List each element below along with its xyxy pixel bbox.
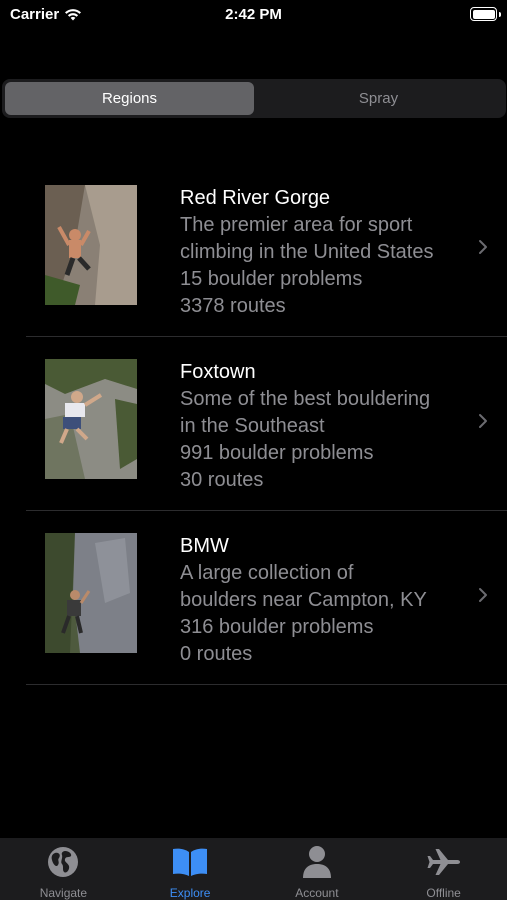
- tab-label: Account: [295, 886, 339, 900]
- chevron-right-icon: [479, 414, 487, 428]
- region-route-count: 30 routes: [180, 469, 264, 491]
- region-description-line: A large collection of: [180, 562, 354, 584]
- status-bar: Carrier 2:42 PM: [0, 0, 507, 30]
- tab-account[interactable]: Account: [254, 838, 381, 900]
- region-description-line: Some of the best bouldering: [180, 388, 431, 410]
- region-boulder-count: 991 boulder problems: [180, 442, 374, 464]
- tab-bar: Navigate Explore Account Offline: [0, 838, 507, 900]
- segmented-control: Regions Spray: [2, 79, 506, 118]
- region-name: Red River Gorge: [180, 187, 331, 209]
- region-boulder-count: 15 boulder problems: [180, 268, 363, 290]
- tab-explore[interactable]: Explore: [127, 838, 254, 900]
- region-description-line: climbing in the United States: [180, 241, 434, 263]
- person-icon: [302, 846, 331, 878]
- region-text: Red River Gorge The premier area for spo…: [180, 184, 470, 320]
- region-description-line: The premier area for sport: [180, 214, 413, 236]
- region-description: The premier area for sport climbing in t…: [180, 212, 470, 266]
- climber-photo-overhang-icon: [45, 185, 137, 305]
- status-time: 2:42 PM: [225, 6, 282, 23]
- region-text: Foxtown Some of the best bouldering in t…: [180, 358, 470, 494]
- segment-regions[interactable]: Regions: [5, 82, 254, 115]
- region-text: BMW A large collection of boulders near …: [180, 532, 470, 668]
- region-description: A large collection of boulders near Camp…: [180, 560, 470, 614]
- region-name: Foxtown: [180, 361, 256, 383]
- region-boulder-count: 316 boulder problems: [180, 616, 374, 638]
- tab-label: Explore: [169, 886, 211, 900]
- region-description: Some of the best bouldering in the South…: [180, 386, 470, 440]
- chevron-right-icon: [479, 240, 487, 254]
- region-description-line: boulders near Campton, KY: [180, 589, 427, 611]
- region-name: BMW: [180, 535, 229, 557]
- tab-label: Navigate: [39, 886, 88, 900]
- region-row-red-river-gorge[interactable]: Red River Gorge The premier area for spo…: [26, 163, 507, 337]
- climber-photo-wall-icon: [45, 533, 137, 653]
- region-route-count: 3378 routes: [180, 295, 286, 317]
- region-row-foxtown[interactable]: Foxtown Some of the best bouldering in t…: [26, 337, 507, 511]
- region-route-count: 0 routes: [180, 643, 253, 665]
- globe-icon: [48, 847, 79, 877]
- tab-label: Offline: [426, 886, 461, 900]
- airplane-icon: [427, 849, 460, 875]
- region-row-bmw[interactable]: BMW A large collection of boulders near …: [26, 511, 507, 685]
- tab-offline[interactable]: Offline: [380, 838, 507, 900]
- chevron-right-icon: [479, 588, 487, 602]
- region-list: Red River Gorge The premier area for spo…: [26, 163, 507, 685]
- tab-navigate[interactable]: Navigate: [0, 838, 127, 900]
- region-description-line: in the Southeast: [180, 415, 325, 437]
- segment-spray[interactable]: Spray: [254, 82, 503, 115]
- climber-photo-boulder-icon: [45, 359, 137, 479]
- book-icon: [173, 848, 208, 876]
- battery-icon: [470, 7, 497, 21]
